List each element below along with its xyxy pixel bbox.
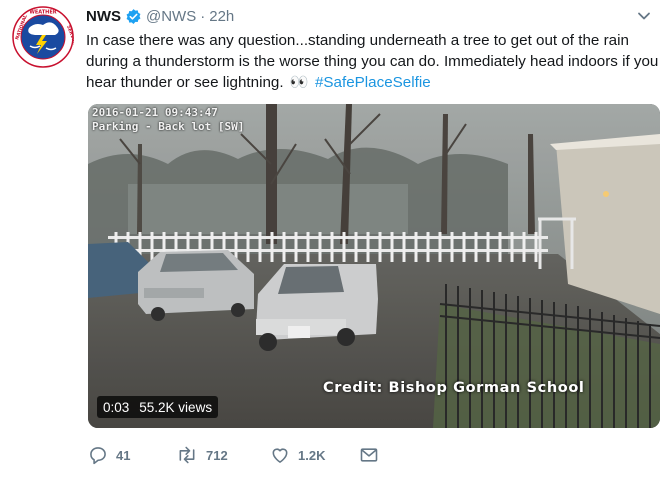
direct-message-button[interactable]: [359, 445, 387, 465]
separator-dot: ·: [200, 7, 206, 25]
retweet-button[interactable]: 712: [176, 445, 228, 465]
hashtag-link[interactable]: #SafePlaceSelfie: [315, 74, 431, 91]
video-duration: 0:03: [103, 399, 130, 415]
svg-text:WEATHER: WEATHER: [29, 10, 56, 16]
camera-timestamp: 2016-01-21 09:43:47: [92, 106, 218, 119]
video-info-badge: 0:03 55.2K views: [97, 396, 219, 418]
reply-button[interactable]: 41: [88, 445, 130, 465]
tweet-timestamp[interactable]: 22h: [209, 8, 234, 25]
retweet-icon: [179, 446, 195, 464]
video-player[interactable]: 2016-01-21 09:43:47 Parking - Back lot […: [88, 104, 660, 428]
nws-logo-avatar[interactable]: WEATHER NATIONAL SERVICE: [12, 6, 78, 68]
reply-icon: [90, 447, 106, 465]
chevron-down-icon[interactable]: [636, 8, 652, 24]
author-name[interactable]: NWS: [86, 8, 121, 25]
tweet-header: NWS @NWS · 22h: [86, 6, 234, 26]
video-views: 55.2K views: [139, 399, 213, 415]
direct-message-icon: [360, 448, 378, 462]
like-icon: [272, 448, 288, 463]
verified-badge-icon: [125, 8, 142, 25]
tweet: WEATHER NATIONAL SERVICE NWS @NWS · 22h …: [0, 0, 669, 479]
video-credit: Credit: Bishop Gorman School: [323, 380, 585, 396]
camera-location: Parking - Back lot [SW]: [92, 120, 245, 133]
reply-count: 41: [116, 447, 131, 463]
tweet-text: In case there was any question...standin…: [86, 30, 664, 93]
like-button[interactable]: 1.2K: [270, 445, 325, 465]
author-handle[interactable]: @NWS: [146, 8, 196, 25]
eyes-emoji: 👀: [289, 74, 309, 91]
like-count: 1.2K: [298, 447, 326, 463]
retweet-count: 712: [206, 447, 228, 463]
camera-overlay: 2016-01-21 09:43:47 Parking - Back lot […: [92, 106, 244, 134]
